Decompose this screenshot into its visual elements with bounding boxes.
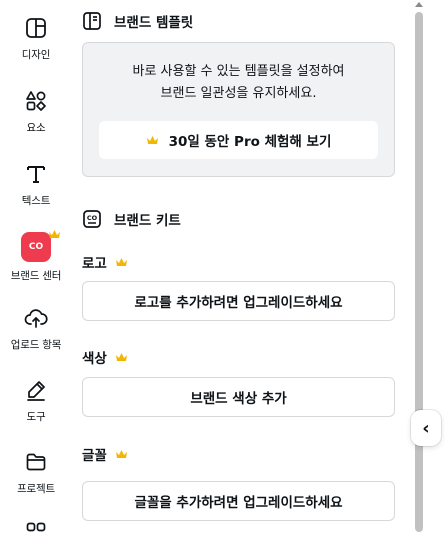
nav-uploads-label: 업로드 항목 <box>10 339 62 351</box>
nav-apps[interactable] <box>0 520 72 537</box>
collapse-panel-button[interactable]: ‹ <box>411 410 441 446</box>
upgrade-logo-label: 로고를 추가하려면 업그레이드하세요 <box>134 295 343 311</box>
panel-scrollbar[interactable] <box>412 0 426 537</box>
upgrade-logo-button[interactable]: 로고를 추가하려면 업그레이드하세요 <box>82 281 395 321</box>
add-brand-color-label: 브랜드 색상 추가 <box>190 391 287 407</box>
nav-text-label: 텍스트 <box>21 195 51 207</box>
brand-kit-title: 브랜드 키트 <box>114 213 181 229</box>
nav-elements-label: 요소 <box>26 122 46 134</box>
folder-icon <box>24 450 48 474</box>
font-label: 글꼴 <box>82 448 107 464</box>
font-section-header: 글꼴 <box>82 444 128 464</box>
crown-icon <box>146 135 159 145</box>
scroll-thumb[interactable] <box>415 12 423 532</box>
brand-templates-title: 브랜드 템플릿 <box>114 15 194 31</box>
logo-section-header: 로고 <box>82 252 128 272</box>
left-nav-rail: 디자인 요소 텍스트 CO 브랜드 센터 업로드 항목 도구 프로젝트 <box>0 0 72 537</box>
brand-templates-card: 바로 사용할 수 있는 템플릿을 설정하여 브랜드 일관성을 유지하세요. 30… <box>82 42 395 177</box>
nav-uploads[interactable]: 업로드 항목 <box>0 306 72 352</box>
add-brand-color-button[interactable]: 브랜드 색상 추가 <box>82 377 395 417</box>
text-icon <box>24 162 48 186</box>
crown-icon <box>48 224 61 243</box>
color-label: 색상 <box>82 351 107 367</box>
crown-icon <box>115 449 128 459</box>
nav-tools[interactable]: 도구 <box>0 378 72 424</box>
nav-design-label: 디자인 <box>21 49 51 61</box>
brand-kit-header: CO 브랜드 키트 <box>82 209 181 229</box>
pen-tool-icon <box>24 378 48 402</box>
nav-elements[interactable]: 요소 <box>0 89 72 135</box>
upgrade-font-button[interactable]: 글꼴을 추가하려면 업그레이드하세요 <box>82 481 395 521</box>
brand-templates-header: 브랜드 템플릿 <box>82 11 193 31</box>
nav-projects-label: 프로젝트 <box>17 483 55 495</box>
brand-badge-text: CO <box>28 242 44 252</box>
svg-text:CO: CO <box>87 214 98 222</box>
pro-trial-button[interactable]: 30일 동안 Pro 체험해 보기 <box>99 121 378 159</box>
crown-icon <box>115 257 128 267</box>
brand-templates-description: 바로 사용할 수 있는 템플릿을 설정하여 브랜드 일관성을 유지하세요. <box>83 61 394 105</box>
nav-design[interactable]: 디자인 <box>0 16 72 62</box>
pro-trial-label: 30일 동안 Pro 체험해 보기 <box>168 134 332 150</box>
logo-label: 로고 <box>82 256 107 272</box>
shapes-icon <box>24 89 48 113</box>
nav-brand-center[interactable]: CO 브랜드 센터 <box>0 230 72 283</box>
layout-icon <box>24 16 48 40</box>
nav-brand-center-label: 브랜드 센터 <box>10 270 62 282</box>
scroll-up-arrow-icon[interactable] <box>415 2 423 7</box>
upgrade-font-label: 글꼴을 추가하려면 업그레이드하세요 <box>134 495 343 511</box>
nav-text[interactable]: 텍스트 <box>0 162 72 208</box>
template-icon <box>82 11 102 31</box>
color-section-header: 색상 <box>82 347 128 367</box>
description-line-2: 브랜드 일관성을 유지하세요. <box>160 86 317 101</box>
nav-tools-label: 도구 <box>26 411 46 423</box>
crown-icon <box>115 352 128 362</box>
apps-icon <box>24 520 48 537</box>
brand-center-icon: CO <box>21 230 60 262</box>
editor-side-panel: 디자인 요소 텍스트 CO 브랜드 센터 업로드 항목 도구 프로젝트 브랜드 … <box>0 0 445 537</box>
description-line-1: 바로 사용할 수 있는 템플릿을 설정하여 <box>132 64 345 79</box>
cloud-upload-icon <box>24 306 48 330</box>
brand-kit-icon: CO <box>82 209 102 229</box>
chevron-left-icon: ‹ <box>422 417 430 439</box>
nav-projects[interactable]: 프로젝트 <box>0 450 72 496</box>
brand-panel: 브랜드 템플릿 바로 사용할 수 있는 템플릿을 설정하여 브랜드 일관성을 유… <box>72 0 412 537</box>
